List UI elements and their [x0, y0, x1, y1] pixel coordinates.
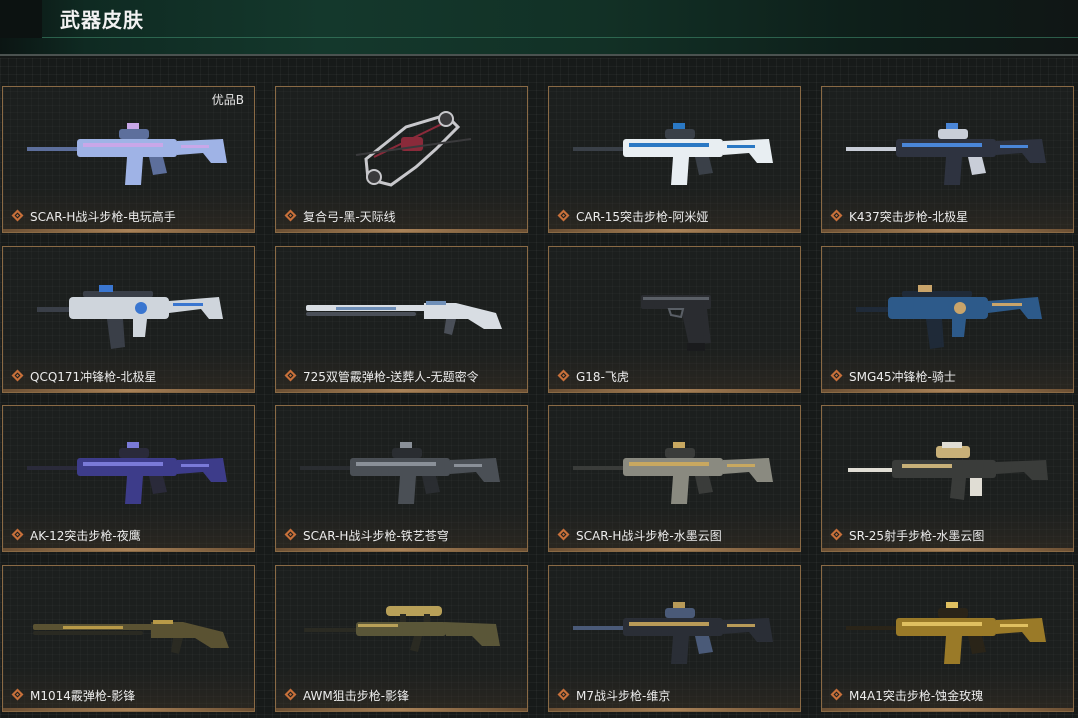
- skin-name: M1014霰弹枪-影锋: [30, 689, 136, 703]
- skin-grid: 优品B SCAR-H战斗步枪-电玩高手 复合弓-黑-天际线 CAR-15突击步枪…: [0, 58, 1078, 718]
- skin-name: M4A1突击步枪-蚀金玫瑰: [849, 689, 984, 703]
- assault-rifle-icon: [573, 442, 773, 504]
- pistol-icon: [641, 295, 711, 351]
- skin-name: QCQ171冲锋枪-北极星: [30, 370, 157, 384]
- skin-card[interactable]: 725双管霰弹枪-送葬人-无题密令: [275, 246, 528, 393]
- skin-card[interactable]: 优品B SCAR-H战斗步枪-电玩高手: [2, 86, 255, 233]
- skin-name: 725双管霰弹枪-送葬人-无题密令: [303, 370, 479, 384]
- skin-card[interactable]: SMG45冲锋枪-骑士: [821, 246, 1074, 393]
- assault-rifle-icon: [27, 442, 227, 504]
- skin-name: CAR-15突击步枪-阿米娅: [576, 210, 709, 224]
- skin-name: SMG45冲锋枪-骑士: [849, 370, 956, 384]
- skin-card[interactable]: G18-飞虎: [548, 246, 801, 393]
- rarity-diamond-icon: [11, 209, 24, 222]
- skin-card[interactable]: SCAR-H战斗步枪-铁艺苍穹: [275, 405, 528, 552]
- skin-name: G18-飞虎: [576, 370, 629, 384]
- skin-name: SR-25射手步枪-水墨云图: [849, 529, 985, 543]
- rarity-diamond-icon: [557, 688, 570, 701]
- rarity-diamond-icon: [284, 688, 297, 701]
- skin-name: AK-12突击步枪-夜鹰: [30, 529, 141, 543]
- header-accent: [0, 0, 42, 38]
- shotgun-icon: [306, 301, 502, 335]
- sniper-rifle-icon: [304, 606, 500, 652]
- assault-rifle-icon: [573, 602, 773, 664]
- skin-card[interactable]: M4A1突击步枪-蚀金玫瑰: [821, 565, 1074, 712]
- header-divider: [42, 37, 1078, 38]
- skin-card[interactable]: CAR-15突击步枪-阿米娅: [548, 86, 801, 233]
- assault-rifle-icon: [573, 123, 773, 185]
- assault-rifle-icon: [846, 123, 1046, 185]
- skin-card[interactable]: SCAR-H战斗步枪-水墨云图: [548, 405, 801, 552]
- rarity-diamond-icon: [557, 209, 570, 222]
- rarity-diamond-icon: [830, 528, 843, 541]
- smg-icon: [37, 285, 223, 349]
- skin-name: SCAR-H战斗步枪-水墨云图: [576, 529, 722, 543]
- skin-card[interactable]: 复合弓-黑-天际线: [275, 86, 528, 233]
- skin-card[interactable]: M7战斗步枪-维京: [548, 565, 801, 712]
- rarity-diamond-icon: [11, 369, 24, 382]
- skin-name: AWM狙击步枪-影锋: [303, 689, 410, 703]
- skin-card[interactable]: K437突击步枪-北极星: [821, 86, 1074, 233]
- header-separator: [0, 54, 1078, 56]
- skin-name: M7战斗步枪-维京: [576, 689, 671, 703]
- rarity-diamond-icon: [11, 528, 24, 541]
- assault-rifle-icon: [846, 602, 1046, 664]
- rarity-diamond-icon: [557, 528, 570, 541]
- rarity-diamond-icon: [11, 688, 24, 701]
- rarity-diamond-icon: [284, 528, 297, 541]
- skin-name: SCAR-H战斗步枪-铁艺苍穹: [303, 529, 449, 543]
- quality-badge: 优品B: [211, 93, 244, 107]
- rarity-diamond-icon: [284, 369, 297, 382]
- rarity-diamond-icon: [284, 209, 297, 222]
- assault-rifle-icon: [27, 123, 227, 185]
- marksman-rifle-icon: [848, 442, 1048, 500]
- skin-card[interactable]: SR-25射手步枪-水墨云图: [821, 405, 1074, 552]
- page-title: 武器皮肤: [60, 8, 144, 32]
- skin-name: 复合弓-黑-天际线: [303, 210, 396, 224]
- rarity-diamond-icon: [830, 688, 843, 701]
- rarity-diamond-icon: [830, 369, 843, 382]
- rarity-diamond-icon: [557, 369, 570, 382]
- compound-bow-icon: [355, 111, 472, 187]
- skin-name: SCAR-H战斗步枪-电玩高手: [30, 210, 176, 224]
- assault-rifle-icon: [300, 442, 500, 504]
- skin-card[interactable]: M1014霰弹枪-影锋: [2, 565, 255, 712]
- shotgun-icon: [33, 620, 229, 654]
- skin-name: K437突击步枪-北极星: [849, 210, 969, 224]
- skin-card[interactable]: AWM狙击步枪-影锋: [275, 565, 528, 712]
- skin-card[interactable]: QCQ171冲锋枪-北极星: [2, 246, 255, 393]
- rarity-diamond-icon: [830, 209, 843, 222]
- skin-card[interactable]: AK-12突击步枪-夜鹰: [2, 405, 255, 552]
- page-header: 武器皮肤: [0, 0, 1078, 56]
- smg-icon: [856, 285, 1042, 349]
